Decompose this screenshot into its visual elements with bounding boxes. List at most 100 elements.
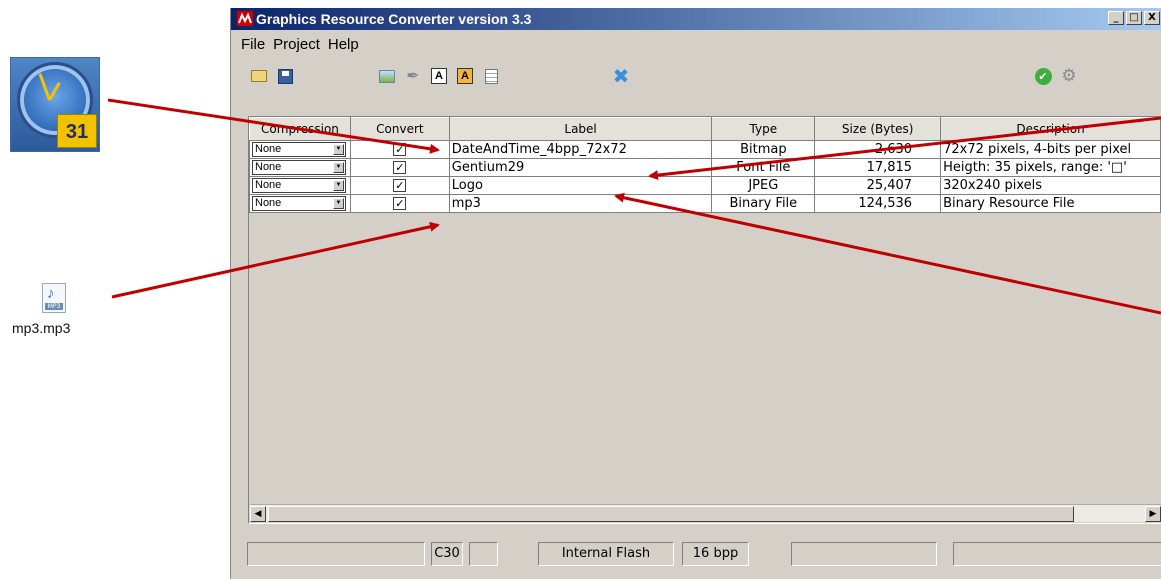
menu-bar: File Project Help [231, 36, 361, 58]
scrollbar-thumb[interactable] [268, 506, 1074, 522]
compression-cell: None ▼ [249, 194, 351, 213]
size-cell: 2,630 [814, 140, 942, 159]
label-cell[interactable]: mp3 [448, 194, 713, 213]
col-header-label[interactable]: Label [448, 117, 713, 141]
resource-table: Compression Convert Label Type Size (Byt… [249, 117, 1161, 213]
compression-select[interactable]: None ▼ [252, 196, 346, 211]
col-header-size[interactable]: Size (Bytes) [814, 117, 942, 141]
clock-calendar-desktop-icon[interactable]: 31 [10, 57, 100, 152]
resource-grid[interactable]: Compression Convert Label Type Size (Byt… [248, 116, 1161, 524]
compression-value: None [255, 179, 282, 191]
remove-icon: ✖ [612, 64, 630, 88]
add-font-table-icon: A [457, 68, 473, 84]
compression-cell: None ▼ [249, 158, 351, 177]
status-bar: C30 Internal Flash 16 bpp [231, 542, 1161, 566]
compression-select[interactable]: None ▼ [252, 160, 346, 175]
minimize-button[interactable]: _ [1108, 11, 1124, 25]
app-window: Graphics Resource Converter version 3.3 … [230, 8, 1161, 579]
calendar-icon: 31 [57, 114, 97, 148]
mp3-tag: MP3 [45, 303, 63, 310]
save-icon [277, 68, 293, 84]
add-image-icon [379, 69, 395, 83]
label-cell[interactable]: Gentium29 [448, 158, 713, 177]
status-panel-empty [953, 542, 1161, 566]
col-header-convert[interactable]: Convert [349, 117, 450, 141]
status-panel-empty [469, 542, 498, 566]
dropdown-arrow-icon[interactable]: ▼ [333, 144, 344, 155]
compression-select[interactable]: None ▼ [252, 178, 346, 193]
dropdown-arrow-icon[interactable]: ▼ [333, 180, 344, 191]
check-icon: ✔ [1034, 67, 1052, 85]
status-bpp: 16 bpp [682, 542, 749, 566]
add-font-table-button[interactable]: A [455, 66, 475, 86]
add-binary-button[interactable] [481, 66, 501, 86]
col-header-type[interactable]: Type [711, 117, 816, 141]
convert-cell: ✓ [349, 140, 450, 159]
convert-checkbox[interactable]: ✓ [393, 179, 407, 192]
type-cell: Binary File [711, 194, 816, 213]
convert-cell: ✓ [349, 176, 450, 195]
label-cell[interactable]: Logo [448, 176, 713, 195]
window-controls: _ □ X [1106, 11, 1160, 29]
convert-checkbox[interactable]: ✓ [393, 143, 407, 156]
type-cell: Font File [711, 158, 816, 177]
document-icon: ♪ MP3 [42, 283, 66, 313]
open-folder-icon [251, 70, 267, 82]
mp3-file-label[interactable]: mp3.mp3 [12, 320, 102, 336]
wand-icon: ✒ [406, 68, 420, 85]
menu-project[interactable]: Project [273, 36, 320, 53]
check-button[interactable]: ✔ [1033, 66, 1053, 86]
dropdown-arrow-icon[interactable]: ▼ [333, 162, 344, 173]
table-row[interactable]: None ▼ ✓ Gentium29 Font File 17,815 Heigt… [249, 158, 1161, 177]
description-cell: Binary Resource File [940, 194, 1161, 213]
toolbar: ✒ A A ✖ ✔ ⚙ [231, 64, 1161, 94]
dropdown-arrow-icon[interactable]: ▼ [333, 198, 344, 209]
add-font-icon: A [431, 68, 447, 84]
microchip-logo-icon [237, 11, 253, 26]
table-row[interactable]: None ▼ ✓ mp3 Binary File 124,536 Binary R… [249, 194, 1161, 213]
compression-cell: None ▼ [249, 140, 351, 159]
mp3-file-icon[interactable]: ♪ MP3 [36, 283, 76, 317]
music-note-icon: ♪ [47, 285, 55, 302]
status-panel-empty [791, 542, 937, 566]
scroll-right-icon[interactable]: ▶ [1145, 506, 1161, 522]
open-folder-button[interactable] [249, 66, 269, 86]
status-memory: Internal Flash [538, 542, 674, 566]
settings-button[interactable]: ⚙ [1059, 66, 1079, 86]
convert-cell: ✓ [349, 194, 450, 213]
wand-button[interactable]: ✒ [403, 66, 423, 86]
convert-checkbox[interactable]: ✓ [393, 161, 407, 174]
compression-select[interactable]: None ▼ [252, 142, 346, 157]
remove-button[interactable]: ✖ [611, 64, 631, 88]
add-font-button[interactable]: A [429, 66, 449, 86]
status-compiler: C30 [431, 542, 463, 566]
label-cell[interactable]: DateAndTime_4bpp_72x72 [448, 140, 713, 159]
settings-icon: ⚙ [1061, 66, 1077, 86]
size-cell: 124,536 [814, 194, 942, 213]
convert-checkbox[interactable]: ✓ [393, 197, 407, 210]
description-cell: Heigth: 35 pixels, range: '□' [940, 158, 1161, 177]
maximize-button[interactable]: □ [1126, 11, 1142, 25]
grid-header-row: Compression Convert Label Type Size (Byt… [249, 117, 1161, 141]
title-bar[interactable]: Graphics Resource Converter version 3.3 … [231, 8, 1161, 30]
col-header-compression[interactable]: Compression [249, 117, 351, 141]
description-cell: 320x240 pixels [940, 176, 1161, 195]
add-image-button[interactable] [377, 66, 397, 86]
status-panel-empty [247, 542, 425, 566]
compression-value: None [255, 197, 282, 209]
description-cell: 72x72 pixels, 4-bits per pixel [940, 140, 1161, 159]
scroll-left-icon[interactable]: ◀ [250, 506, 266, 522]
compression-value: None [255, 161, 282, 173]
table-row[interactable]: None ▼ ✓ DateAndTime_4bpp_72x72 Bitmap 2,… [249, 140, 1161, 159]
horizontal-scrollbar[interactable]: ◀ ▶ [250, 504, 1161, 522]
compression-cell: None ▼ [249, 176, 351, 195]
type-cell: JPEG [711, 176, 816, 195]
type-cell: Bitmap [711, 140, 816, 159]
menu-help[interactable]: Help [328, 36, 359, 53]
table-row[interactable]: None ▼ ✓ Logo JPEG 25,407 320x240 pixels [249, 176, 1161, 195]
save-button[interactable] [275, 66, 295, 86]
menu-file[interactable]: File [241, 36, 265, 53]
col-header-description[interactable]: Description [940, 117, 1161, 141]
close-button[interactable]: X [1144, 11, 1160, 25]
window-title: Graphics Resource Converter version 3.3 [256, 11, 532, 27]
